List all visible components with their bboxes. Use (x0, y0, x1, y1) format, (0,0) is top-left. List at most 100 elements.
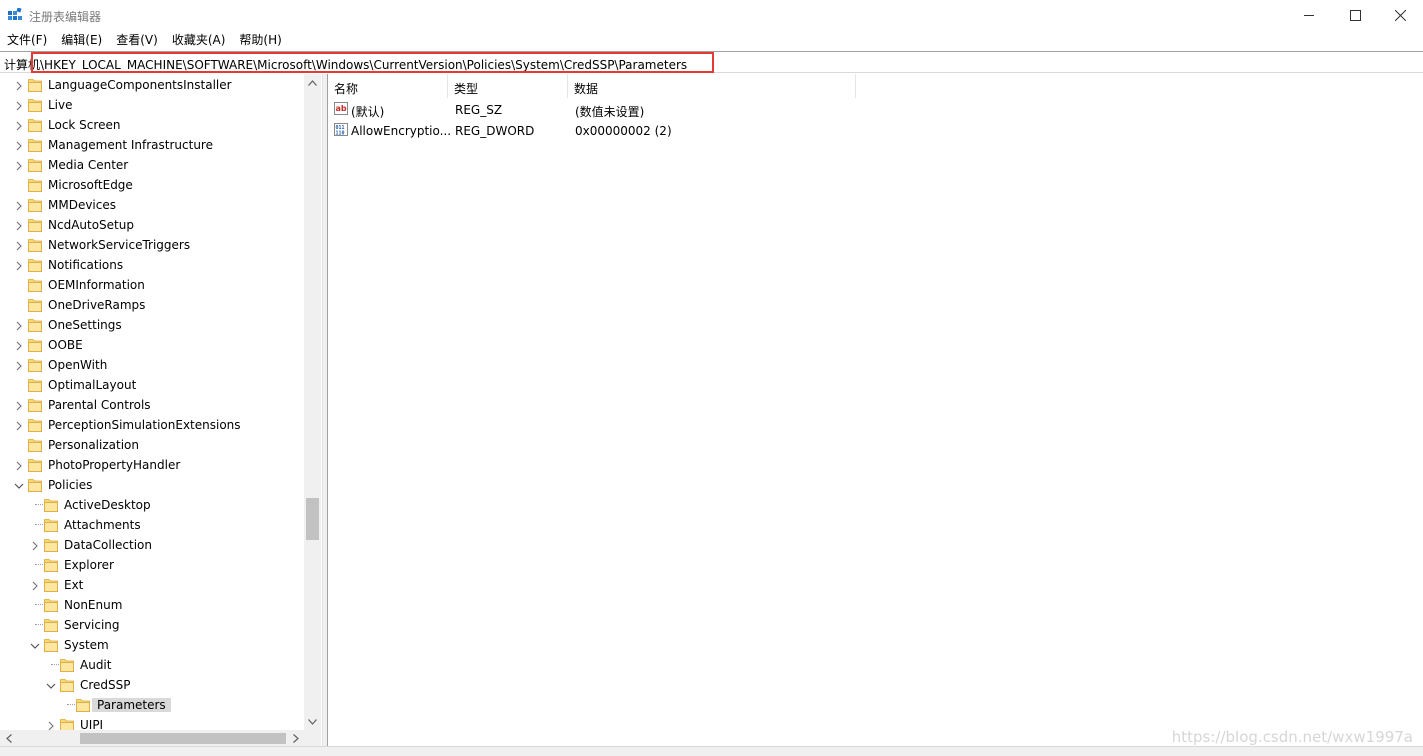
chevron-right-icon[interactable] (14, 100, 24, 111)
chevron-down-icon[interactable] (30, 640, 40, 650)
tree-item-management-infrastructure[interactable]: Management Infrastructure (0, 135, 304, 155)
tree-item-ext[interactable]: Ext (0, 575, 304, 595)
folder-icon (28, 477, 42, 492)
tree-item-networkservicetriggers[interactable]: NetworkServiceTriggers (0, 235, 304, 255)
folder-icon (28, 77, 42, 92)
tree-item-audit[interactable]: Audit (0, 655, 304, 675)
chevron-right-icon[interactable] (46, 720, 56, 731)
tree-item-system[interactable]: System (0, 635, 304, 655)
column-header-type[interactable]: 类型 (448, 74, 568, 98)
tree-item-credssp[interactable]: CredSSP (0, 675, 304, 695)
maximize-button[interactable] (1332, 0, 1378, 30)
tree-item-onesettings[interactable]: OneSettings (0, 315, 304, 335)
chevron-right-icon[interactable] (14, 460, 24, 471)
tree-item-openwith[interactable]: OpenWith (0, 355, 304, 375)
folder-icon (44, 497, 58, 512)
tree-item-onedriveramps[interactable]: OneDriveRamps (0, 295, 304, 315)
chevron-right-icon[interactable] (14, 340, 24, 351)
vertical-scroll-thumb[interactable] (306, 498, 319, 540)
chevron-down-icon[interactable] (14, 480, 24, 490)
folder-icon (28, 297, 42, 312)
tree-horizontal-scrollbar[interactable] (0, 730, 304, 747)
tree-item-media-center[interactable]: Media Center (0, 155, 304, 175)
tree-item-lock-screen[interactable]: Lock Screen (0, 115, 304, 135)
chevron-right-icon (292, 734, 299, 743)
tree-item-parameters[interactable]: Parameters (0, 695, 304, 715)
value-name: (默认) (351, 105, 385, 119)
folder-icon (28, 337, 42, 352)
tree-item-notifications[interactable]: Notifications (0, 255, 304, 275)
chevron-right-icon[interactable] (14, 360, 24, 371)
menu-edit[interactable]: 编辑(E) (54, 30, 109, 50)
chevron-right-icon[interactable] (14, 320, 24, 331)
menu-view[interactable]: 查看(V) (109, 30, 165, 50)
folder-icon (44, 637, 58, 652)
tree-item-nonenum[interactable]: NonEnum (0, 595, 304, 615)
scroll-up-arrow[interactable] (304, 74, 321, 91)
horizontal-scroll-thumb[interactable] (80, 733, 286, 744)
tree-item-attachments[interactable]: Attachments (0, 515, 304, 535)
tree-item-mmdevices[interactable]: MMDevices (0, 195, 304, 215)
tree-item-live[interactable]: Live (0, 95, 304, 115)
chevron-right-icon[interactable] (14, 400, 24, 411)
chevron-right-icon[interactable] (14, 120, 24, 131)
tree-item-ncdautosetup[interactable]: NcdAutoSetup (0, 215, 304, 235)
tree-item-activedesktop[interactable]: ActiveDesktop (0, 495, 304, 515)
chevron-right-icon[interactable] (14, 420, 24, 431)
tree-item-policies[interactable]: Policies (0, 475, 304, 495)
tree-item-label: Media Center (48, 158, 129, 172)
chevron-down-icon[interactable] (46, 680, 56, 690)
address-highlight-box (31, 52, 714, 73)
folder-icon (60, 657, 74, 672)
chevron-right-icon[interactable] (14, 160, 24, 171)
chevron-right-icon[interactable] (14, 260, 24, 271)
chevron-right-icon[interactable] (14, 220, 24, 231)
tree-item-label: Explorer (64, 558, 114, 572)
list-row[interactable]: 011 110 AllowEncryptio... REG_DWORD 0x00… (328, 121, 928, 141)
key-tree[interactable]: LanguageComponentsInstaller Live Lock Scre… (0, 74, 322, 746)
scroll-right-arrow[interactable] (287, 730, 304, 747)
tree-vertical-scrollbar[interactable] (304, 74, 321, 730)
tree-item-microsoftedge[interactable]: MicrosoftEdge (0, 175, 304, 195)
tree-item-datacollection[interactable]: DataCollection (0, 535, 304, 555)
tree-connector (51, 655, 59, 665)
folder-icon (28, 397, 42, 412)
chevron-right-icon[interactable] (14, 200, 24, 211)
scroll-down-arrow[interactable] (304, 713, 321, 730)
scroll-left-arrow[interactable] (0, 730, 17, 747)
menu-file[interactable]: 文件(F) (0, 30, 54, 50)
value-data: 0x00000002 (2) (575, 124, 672, 138)
chevron-right-icon[interactable] (30, 540, 40, 551)
menu-help[interactable]: 帮助(H) (232, 30, 288, 50)
column-header-data[interactable]: 数据 (568, 74, 856, 98)
tree-item-oeminformation[interactable]: OEMInformation (0, 275, 304, 295)
tree-item-parental-controls[interactable]: Parental Controls (0, 395, 304, 415)
tree-item-languagecomponentsinstaller[interactable]: LanguageComponentsInstaller (0, 75, 304, 95)
value-list[interactable]: 名称 类型 数据 ab (默认) REG_SZ (数值未设置) 011 110 … (328, 74, 1423, 746)
close-icon (1394, 9, 1406, 21)
close-button[interactable] (1377, 0, 1423, 30)
tree-item-servicing[interactable]: Servicing (0, 615, 304, 635)
tree-item-optimallayout[interactable]: OptimalLayout (0, 375, 304, 395)
tree-item-explorer[interactable]: Explorer (0, 555, 304, 575)
tree-item-label: OptimalLayout (48, 378, 137, 392)
minimize-button[interactable] (1286, 0, 1332, 30)
binary-value-icon: 011 110 (334, 123, 348, 137)
chevron-right-icon[interactable] (14, 80, 24, 91)
column-header-name[interactable]: 名称 (328, 74, 448, 98)
tree-item-photopropertyhandler[interactable]: PhotoPropertyHandler (0, 455, 304, 475)
list-row[interactable]: ab (默认) REG_SZ (数值未设置) (328, 100, 928, 120)
menu-favorites[interactable]: 收藏夹(A) (165, 30, 233, 50)
folder-icon (44, 577, 58, 592)
maximize-icon (1349, 9, 1361, 21)
tree-item-label: NonEnum (64, 598, 123, 612)
chevron-right-icon[interactable] (14, 140, 24, 151)
tree-item-personalization[interactable]: Personalization (0, 435, 304, 455)
chevron-right-icon[interactable] (30, 580, 40, 591)
tree-connector (35, 595, 43, 605)
tree-item-oobe[interactable]: OOBE (0, 335, 304, 355)
chevron-right-icon[interactable] (14, 240, 24, 251)
tree-item-perceptionsimulationextensions[interactable]: PerceptionSimulationExtensions (0, 415, 304, 435)
address-bar[interactable]: 计算 机\HKEY_LOCAL_MACHINE\SOFTWARE\Microso… (0, 51, 1423, 73)
tree-item-label: Parameters (92, 698, 171, 712)
